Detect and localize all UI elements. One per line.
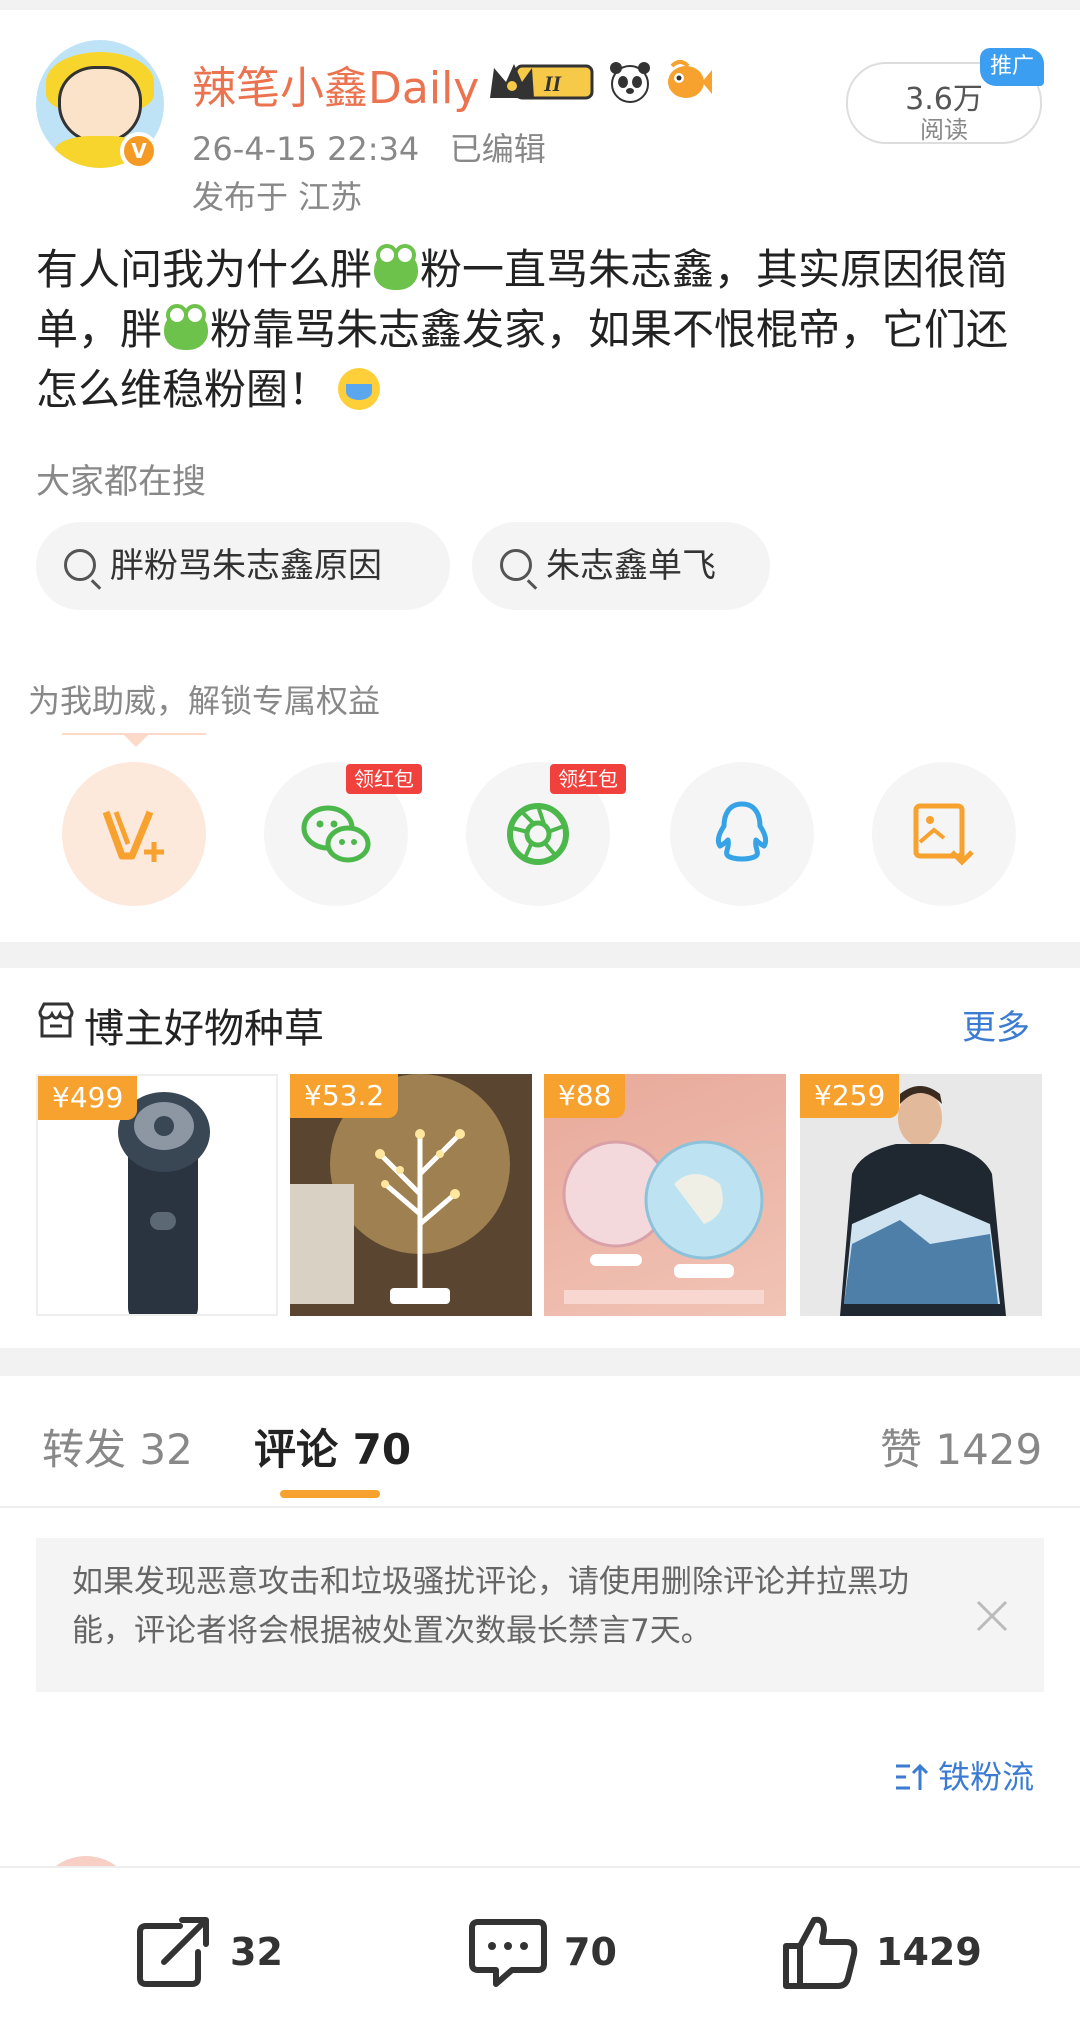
search-icon	[64, 549, 96, 581]
boost-title: 为我助威，解锁专属权益	[28, 682, 381, 720]
top-divider	[0, 0, 1080, 10]
read-label: 阅读	[920, 116, 968, 144]
save-image-icon	[913, 803, 974, 866]
like-button[interactable]: 1429	[780, 1912, 1020, 1992]
post-content: 有人问我为什么胖 粉一直骂朱志鑫，其实原因很简单，胖 粉靠骂朱志鑫发家，如果不恨棍帝…	[36, 240, 1046, 420]
repost-button[interactable]: 32	[134, 1912, 334, 1992]
qq-icon	[715, 801, 769, 862]
tab-comment[interactable]: 评论 70	[254, 1416, 411, 1477]
more-link[interactable]: 更多	[962, 1000, 1030, 1049]
edited-label[interactable]: 已编辑	[450, 130, 546, 168]
vip-plus-icon	[102, 810, 164, 862]
product-price: ¥53.2	[290, 1074, 399, 1118]
active-tab-indicator	[280, 1490, 380, 1498]
comment-notice: 如果发现恶意攻击和垃圾骚扰评论，请使用删除评论并拉黑功能，评论者将会根据被处置次…	[36, 1538, 1044, 1692]
product-price: ¥259	[800, 1074, 900, 1118]
tab-repost[interactable]: 转发 32	[42, 1416, 193, 1477]
save-image-button[interactable]	[872, 762, 1016, 906]
tab-like[interactable]: 赞 1429	[880, 1416, 1042, 1477]
comment-count: 70	[564, 1930, 617, 1974]
bottom-action-bar: 32 70 1429	[0, 1866, 1080, 2032]
notice-text: 如果发现恶意攻击和垃圾骚扰评论，请使用删除评论并拉黑功能，评论者将会根据被处置次…	[72, 1564, 909, 1649]
username[interactable]: 辣笔小鑫Daily	[192, 52, 479, 116]
search-chip-label: 胖粉骂朱志鑫原因	[110, 546, 382, 586]
section-divider	[0, 942, 1080, 968]
thumbs-up-icon	[783, 1916, 858, 1989]
product-price: ¥88	[544, 1074, 626, 1118]
search-icon	[500, 549, 532, 581]
qq-share-button[interactable]	[670, 762, 814, 906]
wechat-icon	[301, 805, 371, 863]
comment-icon	[469, 1919, 547, 1987]
frog-emoji-icon	[374, 244, 419, 290]
red-packet-tag[interactable]: 领红包	[346, 764, 422, 794]
crying-emoji-icon	[338, 368, 381, 410]
product-card-lamp[interactable]: ¥53.2	[290, 1074, 532, 1316]
section-divider	[0, 1348, 1080, 1376]
fish-icon	[668, 60, 712, 98]
shop-icon	[38, 1002, 74, 1038]
search-chip-label: 朱志鑫单飞	[546, 546, 716, 586]
moments-icon	[507, 803, 569, 865]
boost-indicator-arrow	[122, 733, 150, 747]
tab-divider	[0, 1506, 1080, 1508]
search-section-title: 大家都在搜	[36, 462, 206, 502]
post-text-1: 有人问我为什么胖	[36, 245, 373, 294]
timestamp: 26-4-15 22:34	[192, 130, 420, 168]
post-meta: 26-4-15 22:34 已编辑	[192, 124, 546, 170]
share-icon	[137, 1917, 209, 1987]
product-card-jacket[interactable]: ¥259	[800, 1074, 1042, 1316]
repost-count: 32	[230, 1930, 283, 1974]
verified-badge: V	[120, 132, 158, 170]
product-card-globe[interactable]: ¥88	[544, 1074, 786, 1316]
sort-label: 铁粉流	[938, 1758, 1035, 1796]
like-count: 1429	[876, 1930, 982, 1974]
sort-toggle[interactable]: 铁粉流	[894, 1752, 1034, 1798]
search-chip[interactable]: 朱志鑫单飞	[472, 522, 770, 610]
frog-emoji-icon	[164, 304, 209, 350]
comment-button[interactable]: 70	[468, 1912, 668, 1992]
promo-tag[interactable]: 推广	[980, 48, 1044, 86]
panda-icon	[610, 62, 650, 103]
vip-crown-icon[interactable]: II	[486, 58, 596, 102]
red-packet-tag[interactable]: 领红包	[550, 764, 626, 794]
location: 发布于 江苏	[192, 178, 363, 216]
sort-icon	[896, 1763, 929, 1790]
close-icon[interactable]	[972, 1596, 1012, 1636]
svg-text:II: II	[543, 71, 563, 96]
search-chip[interactable]: 胖粉骂朱志鑫原因	[36, 522, 450, 610]
product-card-shaver[interactable]: ¥499	[36, 1074, 278, 1316]
goods-section-title: 博主好物种草	[84, 1006, 324, 1052]
product-price: ¥499	[38, 1076, 138, 1120]
vip-plus-button[interactable]	[62, 762, 206, 906]
